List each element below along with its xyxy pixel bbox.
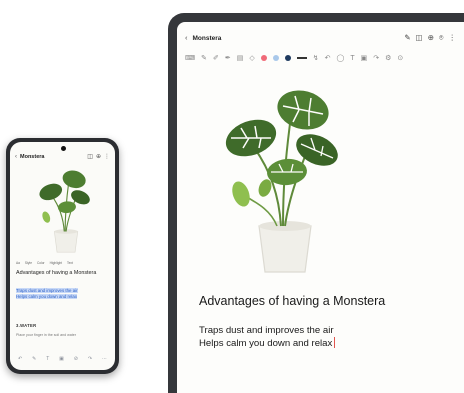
monstera-plant-image	[39, 170, 90, 253]
stroke-width-icon[interactable]	[296, 57, 307, 59]
undo-icon[interactable]: ↶	[325, 55, 331, 62]
highlighter-icon[interactable]: ▤	[237, 55, 244, 62]
phone-bottom-toolbar: ↶ ✎ T ▣ ⊘ ↷ ⋯	[18, 355, 107, 362]
tablet-screen: ‹ Monstera ✎ ◫ ⊕ ⌾ ⋮ ⌨ ✎ ✐ ✒ ▤ ◇ ↯ ↶ ◯ T…	[177, 22, 464, 393]
phone-screen: ‹ Monstera ◫ ⊕ ⋮ Aa Style Color Highligh…	[10, 142, 115, 370]
selected-line-1: Traps dust and improves the air	[16, 288, 78, 293]
text-tool-icon[interactable]: T	[46, 356, 49, 362]
tablet-device: ‹ Monstera ✎ ◫ ⊕ ⌾ ⋮ ⌨ ✎ ✐ ✒ ▤ ◇ ↯ ↶ ◯ T…	[168, 13, 464, 393]
zoom-icon[interactable]: ⊙	[397, 55, 403, 62]
redo-icon[interactable]: ↷	[373, 55, 379, 62]
tablet-note-body[interactable]: Traps dust and improves the air Helps ca…	[199, 324, 336, 350]
phone-text-toolbar: Aa Style Color Highlight Text	[16, 260, 109, 266]
toolbar-font-size[interactable]: Aa	[16, 261, 20, 265]
attach-icon[interactable]: ⊘	[74, 356, 78, 362]
redo-icon[interactable]: ↷	[88, 356, 92, 362]
share-icon[interactable]: ⊕	[96, 154, 101, 160]
tablet-note-title: Monstera	[192, 34, 222, 42]
share-icon[interactable]: ⊕	[428, 34, 434, 42]
camera-hole	[60, 146, 66, 151]
body-line-2: Helps calm you down and relax	[199, 338, 333, 349]
text-cursor	[334, 337, 336, 348]
more-tools-icon[interactable]: ⋯	[102, 356, 107, 362]
phone-top-bar: ‹ Monstera ◫ ⊕ ⋮	[15, 152, 110, 162]
shape-icon[interactable]: ◯	[337, 55, 345, 62]
pen-icon[interactable]: ✎	[201, 55, 207, 62]
more-vertical-icon[interactable]: ⋮	[104, 154, 110, 160]
read-mode-icon[interactable]: ◫	[416, 34, 423, 42]
phone-section-heading: 3.WATER	[16, 323, 37, 328]
monstera-plant-image	[225, 90, 338, 273]
back-chevron-icon[interactable]: ‹	[15, 154, 17, 160]
tablet-top-bar: ‹ Monstera ✎ ◫ ⊕ ⌾ ⋮	[185, 32, 456, 44]
undo-icon[interactable]: ↶	[18, 356, 22, 362]
read-mode-icon[interactable]: ◫	[87, 154, 93, 160]
lasso-icon[interactable]: ↯	[313, 55, 319, 62]
phone-note-title: Monstera	[20, 154, 45, 160]
image-icon[interactable]: ▣	[59, 356, 64, 362]
more-vertical-icon[interactable]: ⋮	[449, 34, 457, 42]
color-light-blue-swatch[interactable]	[272, 55, 279, 61]
lock-icon[interactable]: ⌾	[439, 34, 444, 42]
pen-toolbar: ⌨ ✎ ✐ ✒ ▤ ◇ ↯ ↶ ◯ T ▣ ↷ ⚙ ⊙	[185, 52, 458, 64]
toolbar-color[interactable]: Color	[37, 261, 45, 265]
phone-selected-text[interactable]: Traps dust and improves the air Helps ca…	[16, 288, 108, 300]
toolbar-text[interactable]: Text	[67, 261, 73, 265]
tablet-note-heading: Advantages of having a Monstera	[199, 294, 386, 308]
color-pink-swatch[interactable]	[260, 55, 267, 61]
phone-note-heading: Advantages of having a Monstera	[16, 270, 97, 276]
back-chevron-icon[interactable]: ‹	[185, 34, 188, 42]
keyboard-icon[interactable]: ⌨	[185, 55, 195, 62]
color-navy-swatch[interactable]	[284, 55, 291, 61]
toolbar-highlight[interactable]: Highlight	[50, 261, 62, 265]
toolbar-style[interactable]: Style	[25, 261, 32, 265]
text-box-icon[interactable]: T	[350, 55, 354, 62]
image-insert-icon[interactable]: ▣	[361, 55, 368, 62]
phone-section-hint: Place your finger in the soil and water	[16, 333, 76, 337]
eraser-icon[interactable]: ◇	[249, 55, 254, 62]
phone-device: ‹ Monstera ◫ ⊕ ⋮ Aa Style Color Highligh…	[6, 138, 119, 374]
selected-line-2: Helps calm you down and relax	[16, 293, 78, 299]
body-line-1: Traps dust and improves the air	[199, 325, 334, 336]
marker-icon[interactable]: ✒	[225, 55, 231, 62]
pen-tool-icon[interactable]: ✎	[32, 356, 36, 362]
edit-pen-icon[interactable]: ✎	[404, 34, 410, 42]
pencil-icon[interactable]: ✐	[213, 55, 219, 62]
tool-settings-icon[interactable]: ⚙	[385, 55, 391, 62]
